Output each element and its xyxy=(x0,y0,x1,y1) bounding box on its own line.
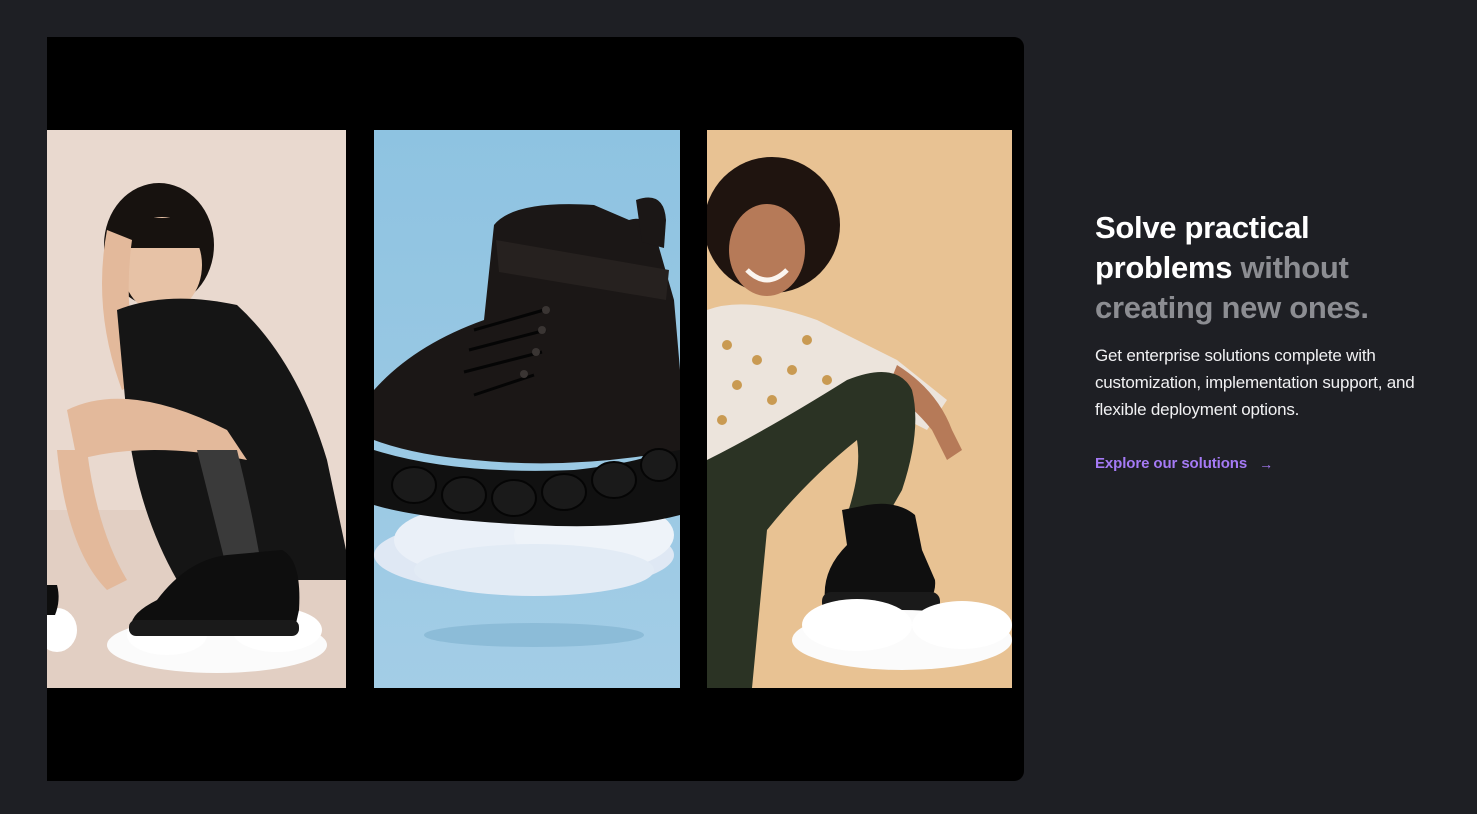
hero-description: Get enterprise solutions complete with c… xyxy=(1095,346,1415,419)
media-gallery xyxy=(47,37,1024,781)
page: Solve practical problems without creatin… xyxy=(0,0,1477,814)
explore-solutions-link[interactable]: Explore our solutions → xyxy=(1095,455,1273,472)
hero-copy: Solve practical problems without creatin… xyxy=(1095,208,1435,473)
hero-headline: Solve practical problems without creatin… xyxy=(1095,208,1435,328)
gallery-image-woman-crouching xyxy=(47,130,346,688)
arrow-right-icon: → xyxy=(1259,455,1273,472)
explore-solutions-label: Explore our solutions xyxy=(1095,455,1248,472)
gallery-image-woman-smiling xyxy=(707,130,1012,688)
gallery-image-boot-on-cloud xyxy=(374,130,680,688)
